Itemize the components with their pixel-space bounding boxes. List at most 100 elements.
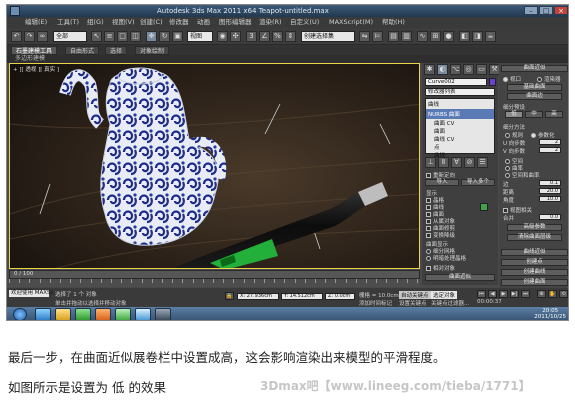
menu-graph-editors[interactable]: 图形编辑器 [219, 17, 252, 28]
set-key-button[interactable]: 设置关键点 [399, 299, 427, 307]
method-regular-radio[interactable]: 规则 [505, 131, 523, 139]
import-button[interactable]: 导入 [425, 179, 459, 186]
preset-high-button[interactable]: 高 [545, 111, 563, 118]
maxscript-listener[interactable]: 欢迎使用 MAXSc [9, 290, 54, 297]
modify-tab-icon[interactable]: ◐ [437, 64, 448, 75]
surface-approx-rollout[interactable]: 曲面近似 [425, 274, 495, 281]
stack-item-selected[interactable]: NURBS 曲面 [426, 109, 494, 119]
z-coordinate-field[interactable]: Z: 0.0cm [325, 293, 355, 300]
scale-icon[interactable]: ▣ [172, 31, 183, 42]
preset-low-button[interactable]: 低 [505, 111, 523, 118]
auto-key-button[interactable]: 自动关键点 [399, 291, 431, 299]
make-unique-icon[interactable]: ∀ [451, 157, 462, 168]
menu-views[interactable]: 视图(V) [112, 17, 135, 28]
minimize-button[interactable]: – [524, 6, 538, 15]
angle-snap-icon[interactable]: ∠ [259, 31, 270, 42]
y-coordinate-field[interactable]: Y: 14.512cm [281, 293, 323, 300]
window-crossing-icon[interactable]: ◫ [130, 31, 141, 42]
menu-tools[interactable]: 工具(T) [57, 17, 79, 28]
preset-medium-button[interactable]: 中 [525, 111, 543, 118]
hierarchy-tab-icon[interactable]: ⌥ [450, 64, 461, 75]
shaded-lattice-radio[interactable]: 明暗处理晶格 [426, 254, 466, 262]
curve-color-swatch[interactable] [480, 203, 488, 211]
pin-stack-icon[interactable]: ⊥ [425, 157, 436, 168]
configure-sets-icon[interactable]: ☰ [477, 157, 488, 168]
named-selection-input[interactable]: 创建选择集 [301, 31, 355, 42]
3dsmax-taskbar-icon[interactable] [155, 308, 171, 320]
modifier-stack[interactable]: 曲线 NURBS 曲面 曲面 CV 曲面 曲线 CV 点 曲线 [425, 98, 495, 159]
relational-stack-checkbox[interactable]: 相对对象 [426, 264, 455, 272]
percent-snap-icon[interactable]: % [272, 31, 283, 42]
motion-tab-icon[interactable]: ◎ [463, 64, 474, 75]
create-curves-rollout[interactable]: 创建曲线 [501, 269, 568, 276]
firefox-icon[interactable] [95, 308, 111, 320]
menu-edit[interactable]: 编辑(E) [25, 17, 47, 28]
qq-icon[interactable] [135, 308, 151, 320]
x-coordinate-field[interactable]: X: 27.936cm [237, 293, 279, 300]
selection-filter-dropdown[interactable]: 全部 [53, 31, 87, 42]
link-icon[interactable]: ∞ [37, 31, 48, 42]
go-to-end-icon[interactable]: ⏭ [521, 290, 530, 298]
curve-editor-icon[interactable]: ∿ [417, 31, 428, 42]
create-tab-icon[interactable]: ✱ [424, 64, 435, 75]
stack-item[interactable]: 曲线 [426, 99, 494, 109]
merge-spinner[interactable]: 0.0 [539, 214, 561, 220]
media-player-icon[interactable] [75, 308, 91, 320]
align-icon[interactable]: ⊨ [372, 31, 383, 42]
display-tab-icon[interactable]: ▭ [476, 64, 487, 75]
viewport-radio[interactable]: 视口 [503, 75, 521, 83]
tab-graphite-modeling[interactable]: 石墨建模工具 [11, 46, 58, 55]
key-filters-button[interactable]: 关键点过滤器... [431, 299, 469, 307]
selected-mode-dropdown[interactable]: 选定对象 [431, 291, 458, 299]
render-icon[interactable]: ☕ [485, 31, 496, 42]
start-button-icon[interactable] [13, 308, 27, 320]
go-to-start-icon[interactable]: ⏮ [477, 290, 486, 298]
curve-approx-rollout[interactable]: 曲线近似 [501, 249, 568, 256]
object-name-field[interactable]: Curve002 [425, 78, 487, 86]
stack-item[interactable]: 曲线 CV [426, 135, 494, 143]
advanced-params-button[interactable]: 高级参数 [507, 224, 562, 231]
move-icon[interactable]: ✥ [146, 31, 157, 42]
reorient-checkbox[interactable]: 重新定向 [426, 171, 455, 179]
tab-freeform[interactable]: 自由形式 [65, 46, 100, 55]
menu-group[interactable]: 组(G) [87, 17, 104, 28]
redo-icon[interactable]: ↷ [24, 31, 35, 42]
method-parametric-radio[interactable]: 参数化 [531, 131, 555, 139]
renderer-radio[interactable]: 渲染器 [537, 75, 561, 83]
time-slider[interactable]: 0 / 100 [9, 270, 420, 279]
clear-surface-level-button[interactable]: 清除曲面层级 [507, 234, 562, 241]
u-steps-spinner[interactable]: 2 [539, 139, 561, 145]
stack-item[interactable]: 曲面 [426, 127, 494, 135]
material-editor-icon[interactable]: ● [443, 31, 454, 42]
zoom-icon[interactable]: ⊕ [537, 290, 546, 298]
spinner-snap-icon[interactable]: ⇕ [285, 31, 296, 42]
menu-modifiers[interactable]: 修改器 [169, 17, 189, 28]
previous-frame-icon[interactable]: ◀ [488, 290, 497, 298]
pivot-icon[interactable]: ◉ [217, 31, 228, 42]
reference-coord-dropdown[interactable]: 视图 [187, 31, 213, 42]
stack-item[interactable]: 点 [426, 143, 494, 151]
tab-selection[interactable]: 选择 [105, 46, 128, 55]
undo-icon[interactable]: ↶ [11, 31, 22, 42]
snap-icon[interactable]: 3 [246, 31, 257, 42]
surface-edges-button[interactable]: 曲面边 [507, 93, 562, 100]
create-points-rollout[interactable]: 创建点 [501, 259, 568, 266]
lock-selection-icon[interactable]: 🔒 [225, 292, 234, 300]
perspective-viewport[interactable]: + ][ 透视 ][ 真实 ] [9, 63, 420, 269]
360-icon[interactable] [115, 308, 131, 320]
show-end-result-icon[interactable]: Ⅱ [438, 157, 449, 168]
app-icon[interactable] [10, 6, 20, 16]
object-color-swatch[interactable] [489, 78, 496, 86]
menu-help[interactable]: 帮助(H) [382, 17, 405, 28]
mirror-icon[interactable]: ⇋ [359, 31, 370, 42]
stack-item[interactable]: 曲面 CV [426, 119, 494, 127]
base-surface-button[interactable]: 基础曲面 [507, 84, 562, 91]
menu-rendering[interactable]: 渲染(R) [259, 17, 282, 28]
select-object-icon[interactable]: ↖ [91, 31, 102, 42]
ie-icon[interactable] [35, 308, 51, 320]
select-manipulate-icon[interactable]: ✣ [230, 31, 241, 42]
play-icon[interactable]: ▶ [499, 290, 508, 298]
viewport-label[interactable]: + ][ 透视 ][ 真实 ] [13, 65, 59, 73]
method-spatial-curvature-radio[interactable]: 空间和曲率 [505, 171, 540, 179]
menu-create[interactable]: 创建(C) [140, 17, 163, 28]
